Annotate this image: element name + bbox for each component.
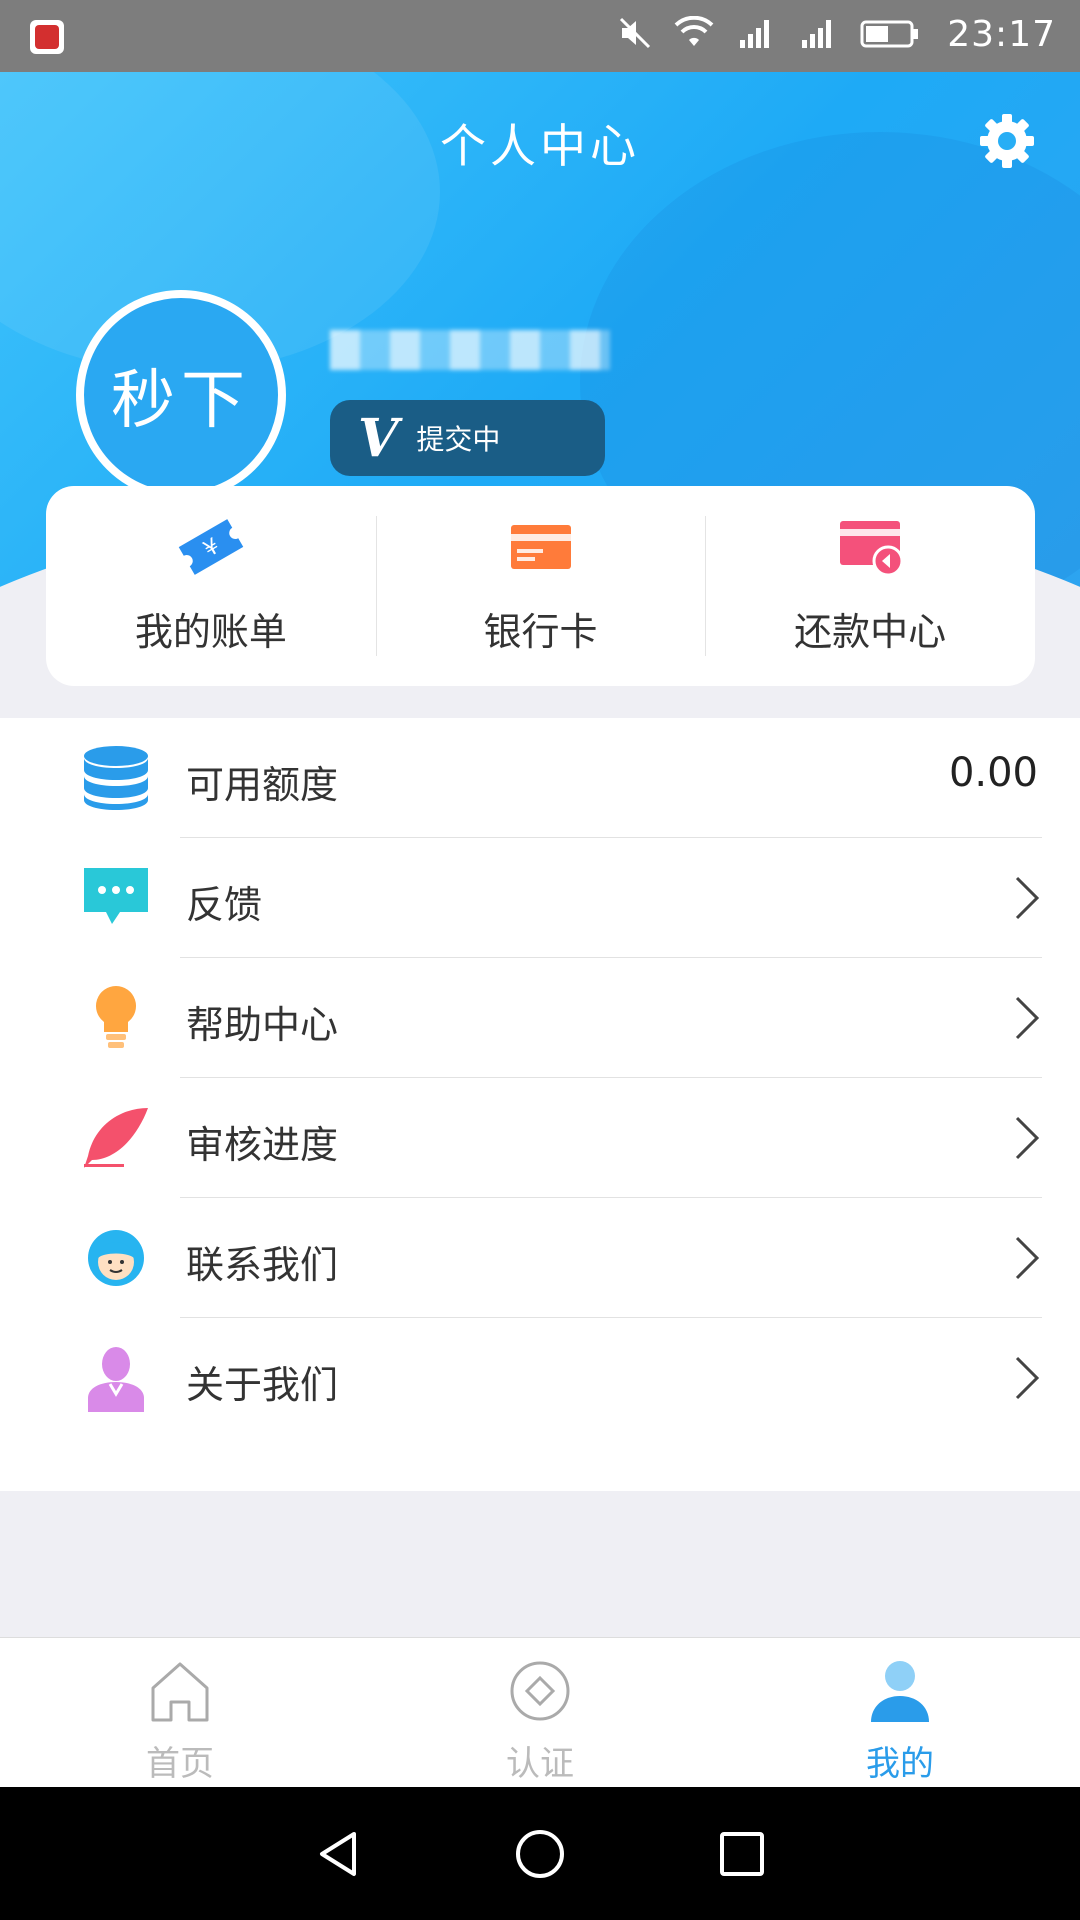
person-icon (88, 1347, 144, 1412)
menu-item-feedback[interactable]: 反馈 (0, 838, 1080, 958)
menu-item-review-progress[interactable]: 审核进度 (0, 1078, 1080, 1198)
back-icon[interactable] (312, 1828, 364, 1880)
username-obscured (330, 330, 610, 370)
gear-icon[interactable] (978, 112, 1036, 170)
bottom-tab-bar: 首页 认证 我的 (0, 1637, 1080, 1787)
avatar[interactable]: 秒下 (76, 290, 286, 500)
menu-item-credit[interactable]: 可用额度 0.00 (0, 718, 1080, 838)
tab-home[interactable]: 首页 (0, 1638, 360, 1787)
page-title: 个人中心 (440, 119, 640, 173)
quick-action-bill[interactable]: ¥ 我的账单 (46, 486, 376, 686)
quick-action-repay[interactable]: 还款中心 (705, 486, 1035, 686)
v-icon: V (358, 407, 399, 469)
app-icon (30, 20, 64, 54)
menu-item-label: 关于我们 (186, 1363, 339, 1407)
verification-status: 提交中 (416, 423, 501, 456)
diamond-circle-icon (510, 1661, 570, 1721)
wifi-icon (674, 16, 714, 46)
menu-item-label: 审核进度 (186, 1123, 339, 1167)
feather-icon (84, 1108, 148, 1168)
home-button-icon[interactable] (514, 1828, 566, 1880)
quick-action-label: 银行卡 (483, 609, 598, 654)
status-bar: 23:17 (0, 0, 1080, 72)
chevron-right-icon (1015, 1116, 1040, 1160)
menu-item-label: 帮助中心 (186, 1003, 339, 1047)
menu-item-contact[interactable]: 联系我们 (0, 1198, 1080, 1318)
headset-agent-icon (88, 1230, 144, 1286)
menu-item-about[interactable]: 关于我们 (0, 1318, 1080, 1438)
tab-label: 我的 (866, 1744, 934, 1784)
menu-item-help[interactable]: 帮助中心 (0, 958, 1080, 1078)
quick-actions-card: ¥ 我的账单 银行卡 还款中心 (46, 486, 1035, 686)
lightbulb-icon (96, 986, 136, 1048)
quick-action-bank-card[interactable]: 银行卡 (375, 486, 706, 686)
home-icon (151, 1662, 209, 1722)
bill-ticket-icon: ¥ (178, 518, 244, 575)
mute-icon (619, 17, 651, 49)
verification-badge: V 提交中 (330, 400, 605, 476)
user-icon (871, 1661, 929, 1722)
database-icon (84, 746, 148, 810)
tab-label: 首页 (146, 1744, 214, 1784)
settings-menu: 可用额度 0.00 反馈 帮助中心 审核进度 联系我们 关于我们 (0, 718, 1080, 1491)
battery-icon (860, 20, 918, 48)
chevron-right-icon (1015, 1236, 1040, 1280)
status-time: 23:17 (947, 14, 1056, 55)
status-icons (618, 16, 920, 50)
tab-certify[interactable]: 认证 (360, 1638, 720, 1787)
quick-action-label: 我的账单 (134, 609, 287, 654)
chevron-right-icon (1015, 876, 1040, 920)
menu-item-label: 反馈 (186, 883, 263, 927)
chevron-right-icon (1015, 1356, 1040, 1400)
signal-4g-icon (802, 20, 831, 48)
menu-item-label: 可用额度 (186, 763, 339, 807)
menu-item-label: 联系我们 (186, 1243, 339, 1287)
signal-2g-icon (740, 20, 769, 48)
bank-card-icon (510, 524, 571, 569)
quick-action-label: 还款中心 (794, 609, 947, 654)
chevron-right-icon (1015, 996, 1040, 1040)
chat-bubble-icon (84, 868, 148, 924)
recents-icon[interactable] (716, 1828, 768, 1880)
tab-label: 认证 (506, 1744, 574, 1784)
credit-value: 0.00 (948, 750, 1038, 796)
repay-card-icon (840, 520, 904, 576)
tab-mine[interactable]: 我的 (720, 1638, 1080, 1787)
system-nav-bar (0, 1787, 1080, 1920)
